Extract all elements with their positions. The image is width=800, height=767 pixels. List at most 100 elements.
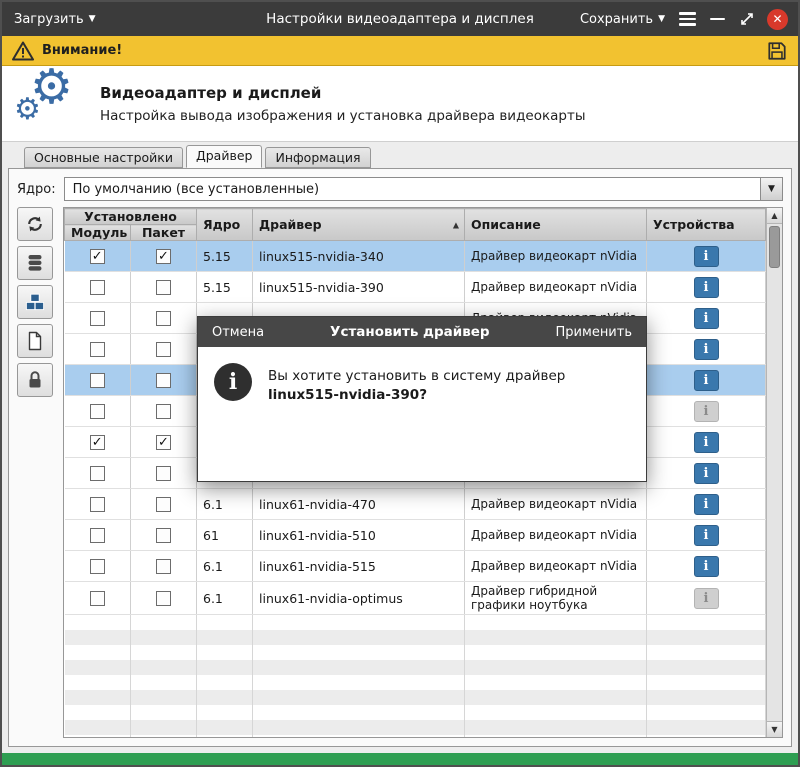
close-button[interactable]: ✕ <box>767 9 788 30</box>
package-checkbox[interactable]: ✓ <box>156 249 171 264</box>
module-checkbox[interactable] <box>90 280 105 295</box>
table-row[interactable]: ✓✓5.15linux515-nvidia-340Драйвер видеока… <box>65 241 766 272</box>
devices-cell: i <box>647 427 766 458</box>
devices-cell: i <box>647 241 766 272</box>
kernel-cell: 6.1 <box>197 582 253 615</box>
kernel-cell: 6.1 <box>197 551 253 582</box>
table-row[interactable]: 61linux61-nvidia-510Драйвер видеокарт nV… <box>65 520 766 551</box>
file-button[interactable] <box>17 324 53 358</box>
refresh-button[interactable] <box>17 207 53 241</box>
column-header-installed[interactable]: Установлено <box>65 209 197 225</box>
tab-driver[interactable]: Драйвер <box>186 145 262 168</box>
package-checkbox[interactable] <box>156 497 171 512</box>
save-file-icon[interactable] <box>766 40 788 62</box>
column-header-devices[interactable]: Устройства <box>647 209 766 241</box>
device-info-button[interactable]: i <box>694 525 719 546</box>
column-header-module[interactable]: Модуль <box>65 225 131 241</box>
package-checkbox[interactable] <box>156 466 171 481</box>
minimize-button[interactable] <box>708 16 727 23</box>
device-info-button[interactable]: i <box>694 246 719 267</box>
status-bar <box>2 753 798 765</box>
lock-button[interactable] <box>17 363 53 397</box>
package-checkbox[interactable] <box>156 591 171 606</box>
column-header-description[interactable]: Описание <box>465 209 647 241</box>
package-checkbox[interactable] <box>156 404 171 419</box>
vertical-scrollbar[interactable]: ▲ ▼ <box>766 208 782 737</box>
warning-label: Внимание! <box>42 43 122 58</box>
scroll-up-icon[interactable]: ▲ <box>767 208 782 224</box>
column-header-kernel[interactable]: Ядро <box>197 209 253 241</box>
description-cell: Драйвер видеокарт nVidia <box>465 520 647 551</box>
description-cell: Драйвер видеокарт nVidia <box>465 489 647 520</box>
module-checkbox[interactable]: ✓ <box>90 249 105 264</box>
package-checkbox[interactable] <box>156 342 171 357</box>
driver-cell: linux515-nvidia-340 <box>253 241 465 272</box>
column-header-package[interactable]: Пакет <box>131 225 197 241</box>
table-row[interactable]: 6.1linux61-nvidia-optimusДрайвер гибридн… <box>65 582 766 615</box>
tab-general-settings[interactable]: Основные настройки <box>24 147 183 168</box>
maximize-button[interactable] <box>737 9 757 29</box>
device-info-button[interactable]: i <box>694 556 719 577</box>
package-checkbox[interactable] <box>156 280 171 295</box>
device-info-button[interactable]: i <box>694 370 719 391</box>
column-header-driver[interactable]: Драйвер ▲ <box>253 209 465 241</box>
package-checkbox[interactable]: ✓ <box>156 435 171 450</box>
device-info-button[interactable]: i <box>694 463 719 484</box>
module-checkbox[interactable] <box>90 373 105 388</box>
scrollbar-thumb[interactable] <box>769 226 780 268</box>
warning-icon <box>12 41 34 61</box>
packages-button[interactable] <box>17 285 53 319</box>
module-checkbox[interactable] <box>90 528 105 543</box>
device-info-button[interactable]: i <box>694 432 719 453</box>
page-subtitle: Настройка вывода изображения и установка… <box>100 108 586 124</box>
devices-cell: i <box>647 303 766 334</box>
chevron-down-icon: ▼ <box>89 14 96 24</box>
save-menu-button[interactable]: Сохранить ▼ <box>578 8 667 31</box>
devices-cell: i <box>647 334 766 365</box>
empty-row <box>65 690 766 705</box>
package-checkbox[interactable] <box>156 311 171 326</box>
empty-row <box>65 675 766 690</box>
device-info-button[interactable]: i <box>694 401 719 422</box>
empty-row <box>65 645 766 660</box>
side-toolbar <box>17 207 55 738</box>
module-checkbox[interactable]: ✓ <box>90 435 105 450</box>
module-checkbox[interactable] <box>90 466 105 481</box>
kernel-filter-combobox[interactable]: По умолчанию (все установленные) ▼ <box>64 177 783 201</box>
device-info-button[interactable]: i <box>694 494 719 515</box>
chevron-down-icon[interactable]: ▼ <box>760 178 782 200</box>
packages-icon <box>25 292 45 312</box>
package-checkbox[interactable] <box>156 373 171 388</box>
device-info-button[interactable]: i <box>694 339 719 360</box>
module-checkbox[interactable] <box>90 497 105 512</box>
device-info-button[interactable]: i <box>694 308 719 329</box>
info-icon: i <box>214 363 252 401</box>
table-row[interactable]: 5.15linux515-nvidia-390Драйвер видеокарт… <box>65 272 766 303</box>
module-checkbox[interactable] <box>90 591 105 606</box>
tab-information[interactable]: Информация <box>265 147 370 168</box>
package-checkbox[interactable] <box>156 559 171 574</box>
devices-cell: i <box>647 365 766 396</box>
device-info-button[interactable]: i <box>694 588 719 609</box>
module-checkbox[interactable] <box>90 311 105 326</box>
scroll-down-icon[interactable]: ▼ <box>767 721 782 737</box>
module-checkbox[interactable] <box>90 559 105 574</box>
package-checkbox[interactable] <box>156 528 171 543</box>
database-button[interactable] <box>17 246 53 280</box>
load-menu-button[interactable]: Загрузить ▼ <box>12 8 98 31</box>
tab-bar: Основные настройки Драйвер Информация <box>2 142 798 168</box>
dialog-titlebar: Отмена Установить драйвер Применить <box>198 317 646 347</box>
module-checkbox[interactable] <box>90 342 105 357</box>
driver-cell: linux61-nvidia-510 <box>253 520 465 551</box>
close-icon: ✕ <box>772 13 782 25</box>
description-cell: Драйвер видеокарт nVidia <box>465 551 647 582</box>
table-row[interactable]: 6.1linux61-nvidia-470Драйвер видеокарт n… <box>65 489 766 520</box>
menu-icon[interactable] <box>677 10 698 28</box>
dialog-apply-button[interactable]: Применить <box>556 325 632 340</box>
device-info-button[interactable]: i <box>694 277 719 298</box>
module-checkbox[interactable] <box>90 404 105 419</box>
dialog-cancel-button[interactable]: Отмена <box>212 325 264 340</box>
table-row[interactable]: 6.1linux61-nvidia-515Драйвер видеокарт n… <box>65 551 766 582</box>
devices-cell: i <box>647 396 766 427</box>
empty-row <box>65 735 766 739</box>
